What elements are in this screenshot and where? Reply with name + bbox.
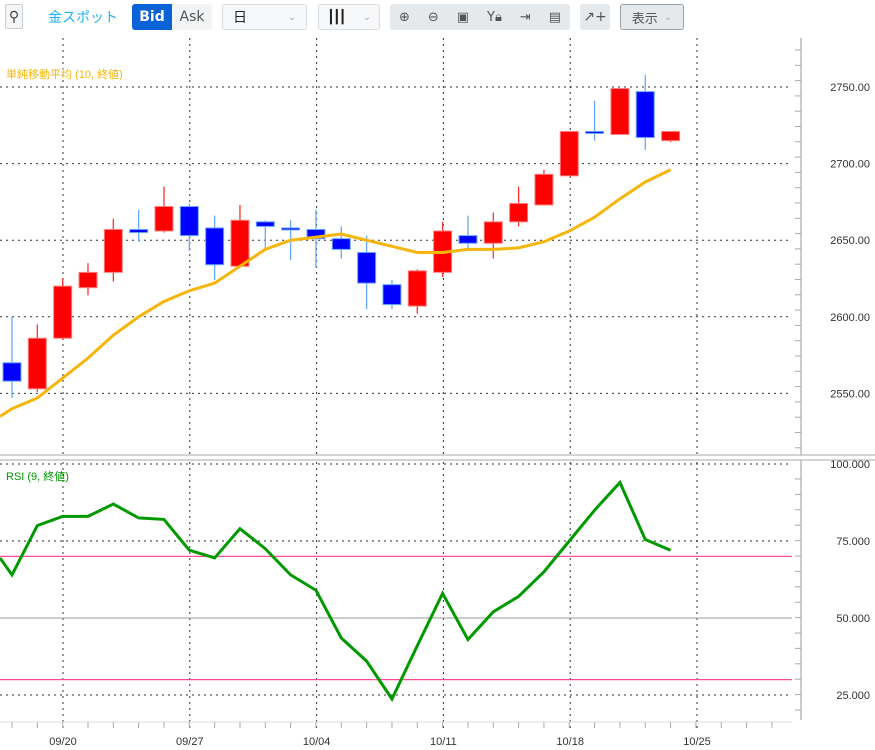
period-value: 日: [233, 10, 247, 26]
candle-up: [53, 285, 73, 339]
ma-indicator-label[interactable]: 単純移動平均 (10, 終値): [6, 67, 123, 81]
date-tick-label: 09/20: [49, 736, 77, 748]
candle-down: [635, 91, 655, 139]
candle-up: [534, 173, 554, 206]
grid: [0, 38, 792, 728]
view-label: 表示: [631, 11, 658, 27]
candle-up: [154, 205, 174, 232]
date-tick-label: 10/04: [303, 736, 331, 748]
chevron-down-icon: ⌄: [362, 11, 371, 23]
date-tick-label: 10/18: [556, 736, 584, 748]
date-tick-label: 09/27: [176, 736, 204, 748]
ask-button[interactable]: Ask: [172, 4, 212, 30]
date-tick-label: 10/11: [430, 736, 457, 748]
candle-down: [458, 235, 478, 244]
scroll-to-end-icon[interactable]: ⇥: [520, 10, 531, 25]
candlestick-icon: ┃┃┃: [327, 9, 347, 25]
candle-down: [382, 284, 402, 306]
search-icon: ⚲: [8, 8, 20, 25]
candle-up: [483, 221, 503, 244]
candle-down: [255, 221, 275, 227]
chevron-down-icon: ⌄: [287, 11, 296, 23]
rsi-indicator-label[interactable]: RSI (9, 終値): [6, 469, 69, 483]
candle-up: [407, 270, 427, 307]
candle-down: [357, 251, 377, 284]
candle-up: [509, 202, 529, 223]
view-menu-button[interactable]: 表示 ⌄: [620, 4, 684, 30]
chart-tools-group: ⊕ ⊖ ▣ Y🔒︎ ⇥ ▤: [390, 4, 570, 30]
bid-button[interactable]: Bid: [132, 4, 172, 30]
candle-down: [2, 362, 22, 382]
candle-down: [129, 228, 149, 234]
candle-down: [281, 227, 301, 231]
toolbar: ⚲ 金スポット Bid Ask 日 ⌄ ┃┃┃ ⌄ ⊕ ⊖ ▣ Y🔒︎ ⇥ ▤ ↗+…: [0, 0, 875, 36]
price-tick-label: 2550.00: [830, 388, 870, 400]
zoom-out-icon[interactable]: ⊖: [428, 10, 439, 25]
add-indicator-button[interactable]: ↗+: [580, 4, 610, 30]
candle-down: [179, 205, 199, 237]
zoom-in-icon[interactable]: ⊕: [399, 10, 410, 25]
rsi-tick-label: 25.000: [836, 690, 870, 702]
price-marks: [0, 74, 681, 418]
candle-down: [331, 238, 351, 250]
candle-down: [585, 130, 605, 134]
period-select[interactable]: 日 ⌄: [222, 4, 307, 30]
price-tick-label: 2700.00: [830, 159, 870, 171]
candle-down: [205, 227, 225, 266]
price-tick-label: 2600.00: [830, 312, 870, 324]
chart-area[interactable]: 09/20 09/27 10/04 10/11 10/18 10/25 2750.00 270…: [0, 0, 875, 750]
price-tick-label: 2750.00: [830, 82, 870, 94]
axes: 09/20 09/27 10/04 10/11 10/18 10/25 2750.00 270…: [0, 38, 875, 748]
rsi-tick-label: 50.000: [836, 613, 870, 625]
candle-up: [103, 228, 123, 273]
candle-up: [27, 337, 47, 390]
candle-up: [559, 130, 579, 177]
candle-up: [230, 219, 250, 267]
date-tick-label: 10/25: [683, 736, 711, 748]
price-tick-label: 2650.00: [830, 235, 870, 247]
rsi-tick-label: 75.000: [836, 536, 870, 548]
y-axis-lock-icon[interactable]: Y🔒︎: [487, 10, 502, 25]
chart-type-select[interactable]: ┃┃┃ ⌄: [318, 4, 380, 30]
candle-up: [610, 88, 630, 135]
double-chevron-down-icon: ⌄: [663, 11, 673, 23]
rsi-tick-label: 100.000: [830, 459, 870, 471]
candle-up: [78, 271, 98, 289]
search-button[interactable]: ⚲: [5, 4, 23, 29]
candle-up: [661, 130, 681, 142]
add-indicator-icon: ↗+: [583, 9, 607, 25]
fit-icon[interactable]: ▣: [457, 10, 469, 25]
document-icon[interactable]: ▤: [549, 10, 561, 25]
instrument-title[interactable]: 金スポット: [48, 4, 118, 30]
